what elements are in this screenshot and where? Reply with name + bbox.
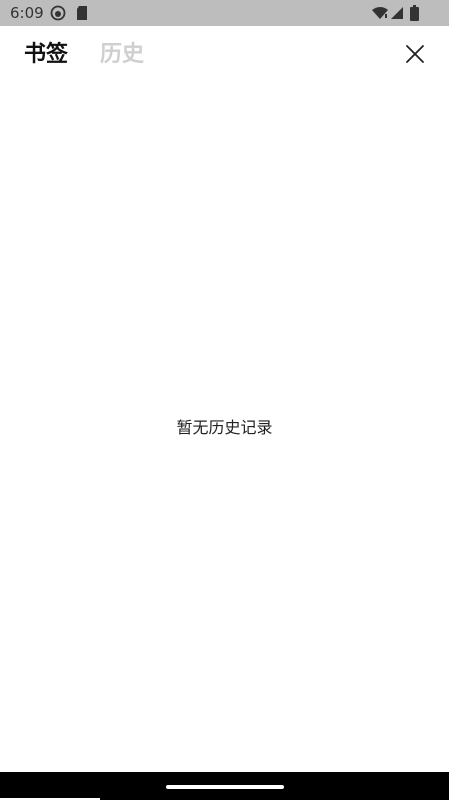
close-icon — [406, 45, 424, 63]
tab-bookmarks[interactable]: 书签 — [24, 38, 68, 72]
status-time: 6:09 — [10, 4, 44, 22]
record-icon — [50, 5, 66, 21]
wifi-icon — [372, 7, 388, 19]
empty-state-message: 暂无历史记录 — [176, 418, 273, 437]
close-button[interactable] — [403, 42, 427, 66]
status-bar: 6:09 — [0, 0, 449, 26]
home-indicator[interactable] — [166, 785, 284, 789]
battery-icon — [410, 5, 419, 21]
signal-icon — [391, 7, 403, 19]
navigation-bar — [0, 772, 449, 800]
tab-history[interactable]: 历史 — [100, 38, 144, 72]
sd-card-icon — [77, 6, 87, 20]
